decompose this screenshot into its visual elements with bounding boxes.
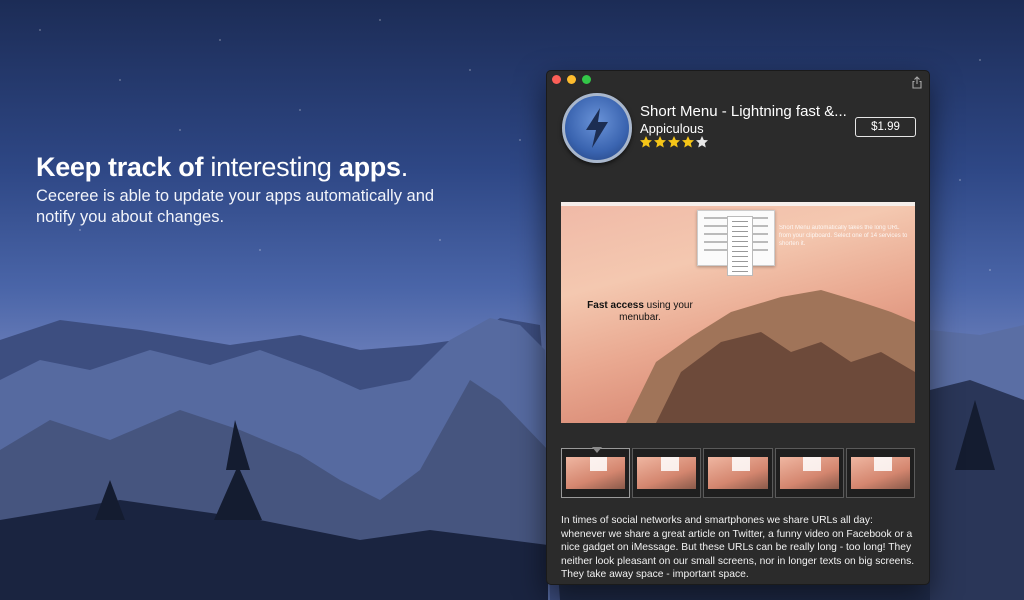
star-icon [640,136,652,148]
headline-period: . [400,152,409,182]
hero-subline: Ceceree is able to update your apps auto… [36,187,435,226]
app-screenshot-preview: Short Menu automatically takes the long … [561,202,915,423]
screenshot-thumbnails [561,447,916,498]
star-icon [654,136,666,148]
headline-bold-apps: apps [338,152,401,182]
developer-name[interactable]: Appiculous [640,121,704,136]
app-icon [562,93,632,163]
minimize-button[interactable] [567,75,576,84]
thumbnail-2[interactable] [632,448,702,498]
star-rating [639,135,709,149]
star-icon [682,136,694,148]
buy-price-button[interactable]: $1.99 [855,117,916,137]
maximize-button[interactable] [582,75,591,84]
app-title: Short Menu - Lightning fast &... [640,103,847,120]
screenshot-text: Fast access using your menubar. [575,300,705,324]
thumbnail-5[interactable] [845,448,916,498]
screenshot-mountain [626,290,915,423]
thumbnail-4[interactable] [774,448,844,498]
app-description: In times of social networks and smartpho… [561,515,915,581]
close-button[interactable] [552,75,561,84]
selected-pointer-icon [592,447,602,453]
app-detail-window: Short Menu - Lightning fast &... Appicul… [546,70,930,585]
star-icon [668,136,680,148]
lightning-bolt-icon [586,108,608,148]
headline-bold-part: Keep track of [36,152,204,182]
screenshot-menubar [561,202,915,206]
screenshot-bold-text: Fast access [587,300,644,311]
headline-light-part: interesting [210,152,332,182]
share-icon[interactable] [911,76,923,89]
thumbnail-3[interactable] [703,448,773,498]
hero-headline: Keep track of interesting apps. [36,152,476,183]
thumbnail-1[interactable] [561,447,631,498]
window-controls [552,75,591,84]
